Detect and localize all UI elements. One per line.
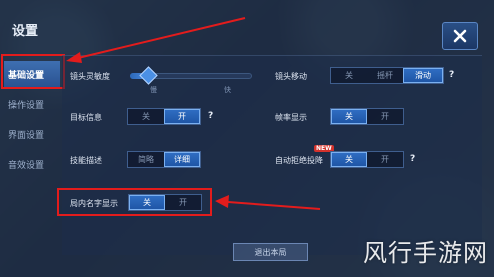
- ingame-name-toggle: 关 开: [128, 194, 202, 211]
- skill-desc-option-detailed[interactable]: 详细: [164, 152, 200, 167]
- slider-min-label: 慢: [150, 86, 157, 94]
- skill-desc-label: 技能描述: [70, 156, 102, 165]
- title-bar: 设置: [0, 10, 494, 50]
- watermark: 风行手游网: [363, 239, 488, 267]
- target-info-help-icon[interactable]: ?: [208, 111, 213, 121]
- close-button[interactable]: [442, 22, 478, 50]
- fps-display-label: 帧率显示: [275, 113, 307, 122]
- camera-sensitivity-label: 镜头灵敏度: [70, 72, 110, 81]
- auto-reject-label: 自动拒绝投降: [275, 156, 323, 165]
- sidebar-highlight-box: [1, 54, 65, 89]
- sidebar-item-controls[interactable]: 操作设置: [4, 91, 60, 117]
- ingame-name-option-off[interactable]: 关: [129, 195, 165, 210]
- exit-match-button[interactable]: 退出本局: [233, 243, 308, 261]
- page-title: 设置: [12, 24, 39, 39]
- skill-desc-toggle: 简略 详细: [127, 151, 201, 168]
- camera-move-label: 镜头移动: [275, 72, 307, 81]
- auto-reject-help-icon[interactable]: ?: [410, 154, 415, 164]
- sidebar-item-label: 界面设置: [8, 130, 45, 141]
- camera-move-option-off[interactable]: 关: [331, 68, 367, 83]
- target-info-option-off[interactable]: 关: [128, 109, 164, 124]
- camera-move-toggle: 关 摇杆 滑动: [330, 67, 444, 84]
- sidebar-item-interface[interactable]: 界面设置: [4, 121, 60, 147]
- ingame-name-option-on[interactable]: 开: [165, 195, 201, 210]
- settings-content: [62, 55, 482, 255]
- fps-option-off[interactable]: 关: [331, 109, 367, 124]
- fps-option-on[interactable]: 开: [367, 109, 403, 124]
- camera-move-option-joystick[interactable]: 摇杆: [367, 68, 403, 83]
- skill-desc-option-brief[interactable]: 简略: [128, 152, 164, 167]
- sidebar-item-label: 音效设置: [8, 160, 45, 171]
- close-icon: [453, 29, 467, 43]
- camera-move-option-swipe[interactable]: 滑动: [403, 68, 443, 83]
- sidebar-item-label: 操作设置: [8, 100, 45, 111]
- auto-reject-option-on[interactable]: 开: [367, 152, 403, 167]
- slider-max-label: 快: [224, 86, 231, 94]
- sidebar-item-sound[interactable]: 音效设置: [4, 151, 60, 177]
- target-info-toggle: 关 开: [127, 108, 201, 125]
- target-info-option-on[interactable]: 开: [164, 109, 200, 124]
- auto-reject-toggle: 关 开: [330, 151, 404, 168]
- ingame-name-label: 局内名字显示: [70, 199, 118, 208]
- target-info-label: 目标信息: [70, 113, 102, 122]
- camera-move-help-icon[interactable]: ?: [449, 70, 454, 80]
- auto-reject-option-off[interactable]: 关: [331, 152, 367, 167]
- fps-display-toggle: 关 开: [330, 108, 404, 125]
